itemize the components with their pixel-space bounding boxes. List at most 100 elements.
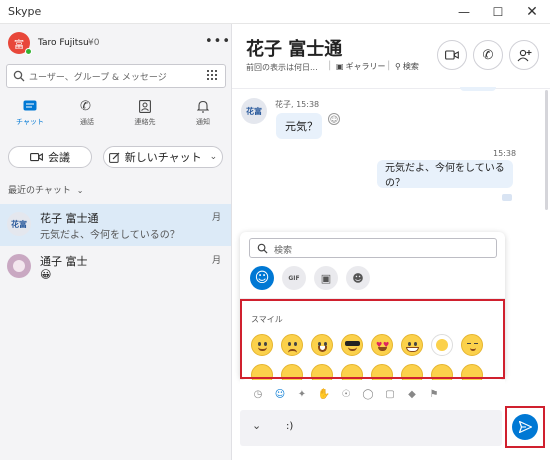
video-camera-icon (445, 50, 459, 60)
contact-avatar: 花富 (7, 212, 31, 236)
emoji-search-placeholder: 検索 (274, 246, 293, 256)
sticker-tab[interactable]: ▣ (314, 266, 338, 290)
recent-clock-icon[interactable]: ◷ (251, 387, 265, 401)
chat-day: 月 (212, 256, 222, 266)
highlight-emoji-grid (240, 299, 505, 379)
chevron-down-icon: ⌄ (76, 186, 84, 195)
people-category-icon[interactable]: ✦ (295, 387, 309, 401)
message-text: 元気だよ、今何をしているの？ (385, 163, 505, 189)
sticker-icon: ▣ (320, 271, 332, 285)
mojis-icon: ☻ (352, 271, 364, 285)
search-icon (13, 70, 25, 82)
outgoing-message-bubble[interactable]: 元気だよ、今何をしているの？ (377, 160, 513, 189)
video-call-button[interactable] (437, 40, 467, 70)
tab-contacts-label: 連絡先 (134, 118, 156, 126)
meeting-label: 会議 (48, 151, 70, 164)
chat-name: 花子 富士通 (40, 212, 99, 225)
emoji-tab[interactable]: ☺ (250, 266, 274, 290)
minimize-button[interactable]: — (447, 0, 481, 24)
contact-avatar-text: 花富 (11, 219, 27, 229)
chat-list-item[interactable]: 通子 富士 😀 月 (0, 248, 231, 288)
chat-preview: 😀 (40, 268, 52, 281)
divider: | (387, 60, 391, 71)
profile-avatar-text: 富 (14, 39, 24, 51)
bell-icon (197, 100, 209, 113)
window-title: Skype (8, 5, 42, 18)
recent-chats-header[interactable]: 最近のチャット ⌄ (8, 183, 84, 196)
gif-tab[interactable]: GIF (282, 266, 306, 290)
chat-list-item[interactable]: 花富 花子 富士通 元気だよ、今何をしているの？ 月 (0, 204, 231, 246)
sender-avatar[interactable]: 花富 (241, 98, 267, 124)
chat-name: 通子 富士 (40, 255, 88, 268)
search-placeholder: ユーザー、グループ & メッセージ (29, 73, 167, 83)
chat-day: 月 (212, 213, 222, 223)
objects-category-icon[interactable]: ◆ (405, 387, 419, 401)
message-time: 15:38 (493, 149, 517, 158)
phone-icon: ✆ (80, 99, 91, 114)
smileys-category-icon[interactable]: ☺ (273, 387, 287, 401)
maximize-button[interactable]: ☐ (481, 0, 515, 24)
gallery-label: ギャラリー (345, 62, 386, 71)
highlight-send-button (505, 406, 545, 448)
tab-calls-label: 通話 (80, 118, 94, 126)
chat-icon (23, 100, 37, 111)
gif-icon: GIF (288, 274, 300, 282)
more-options-icon[interactable]: ••• (205, 34, 231, 49)
food-category-icon[interactable]: ☉ (339, 387, 353, 401)
gallery-icon: ▣ (336, 62, 344, 71)
conversation-scrollbar[interactable] (545, 90, 548, 210)
avatar-figure (13, 260, 25, 272)
new-chat-label: 新しいチャット (124, 151, 202, 164)
tab-notifications-label: 通知 (196, 118, 210, 126)
message-composer[interactable]: ⌄ :) (240, 410, 502, 446)
gallery-link[interactable]: ▣ ギャラリー (336, 61, 386, 72)
last-seen-text: 前回の表示は何日... (246, 63, 318, 72)
message-meta: 花子, 15:38 (275, 100, 320, 109)
meeting-button[interactable]: 会議 (8, 146, 92, 168)
recent-chats-label: 最近のチャット (8, 186, 71, 196)
skype-window: Skype — ☐ ✕ 富 Taro Fujitsu ¥0 ••• ユーザー、グ… (0, 0, 550, 460)
hand-category-icon[interactable]: ✋ (317, 387, 331, 401)
message-text: 元気？ (285, 120, 318, 133)
smiley-icon: ☺ (254, 270, 270, 286)
add-person-icon (517, 49, 531, 61)
add-people-button[interactable] (509, 40, 539, 70)
edit-icon (108, 152, 120, 163)
search-icon: ⚲ (395, 62, 401, 71)
search-box[interactable]: ユーザー、グループ & メッセージ (6, 64, 226, 88)
phone-icon: ✆ (482, 47, 494, 63)
emoji-search-box[interactable]: 検索 (249, 238, 497, 258)
profile-credit: ¥0 (88, 38, 100, 48)
find-label: 検索 (402, 62, 419, 71)
message-input[interactable]: :) (286, 421, 293, 432)
previous-message-bubble (460, 87, 496, 91)
video-camera-icon (30, 153, 43, 162)
header-divider (232, 88, 550, 89)
new-chat-button[interactable]: 新しいチャット ⌄ (103, 146, 223, 168)
message-time: 15:38 (296, 100, 320, 109)
sidebar: 富 Taro Fujitsu ¥0 ••• ユーザー、グループ & メッセージ (0, 24, 232, 460)
presence-dot (25, 48, 32, 55)
close-button[interactable]: ✕ (515, 0, 549, 24)
contact-avatar (7, 254, 31, 278)
mojis-tab[interactable]: ☻ (346, 266, 370, 290)
audio-call-button[interactable]: ✆ (473, 40, 503, 70)
react-smiley-icon[interactable]: ☺ (328, 113, 340, 125)
tab-chat-label: チャット (16, 118, 44, 126)
chat-preview: 元気だよ、今何をしているの？ (40, 230, 180, 241)
chevron-down-icon[interactable]: ⌄ (252, 419, 261, 432)
dialpad-icon[interactable] (207, 70, 218, 81)
read-receipt-icon (502, 194, 512, 201)
activity-category-icon[interactable]: ◯ (361, 387, 375, 401)
conversation-title: 花子 富士通 (246, 39, 343, 60)
find-link[interactable]: ⚲ 検索 (395, 61, 419, 72)
message-sender: 花子 (275, 100, 291, 109)
incoming-message-bubble[interactable]: 元気？ (276, 113, 322, 139)
contacts-icon (139, 100, 151, 113)
title-bar: Skype — ☐ ✕ (0, 0, 550, 24)
travel-category-icon[interactable]: ▢ (383, 387, 397, 401)
search-icon (257, 243, 268, 254)
sender-avatar-text: 花富 (246, 106, 262, 116)
flag-category-icon[interactable]: ⚑ (427, 387, 441, 401)
chevron-down-icon: ⌄ (209, 152, 218, 162)
